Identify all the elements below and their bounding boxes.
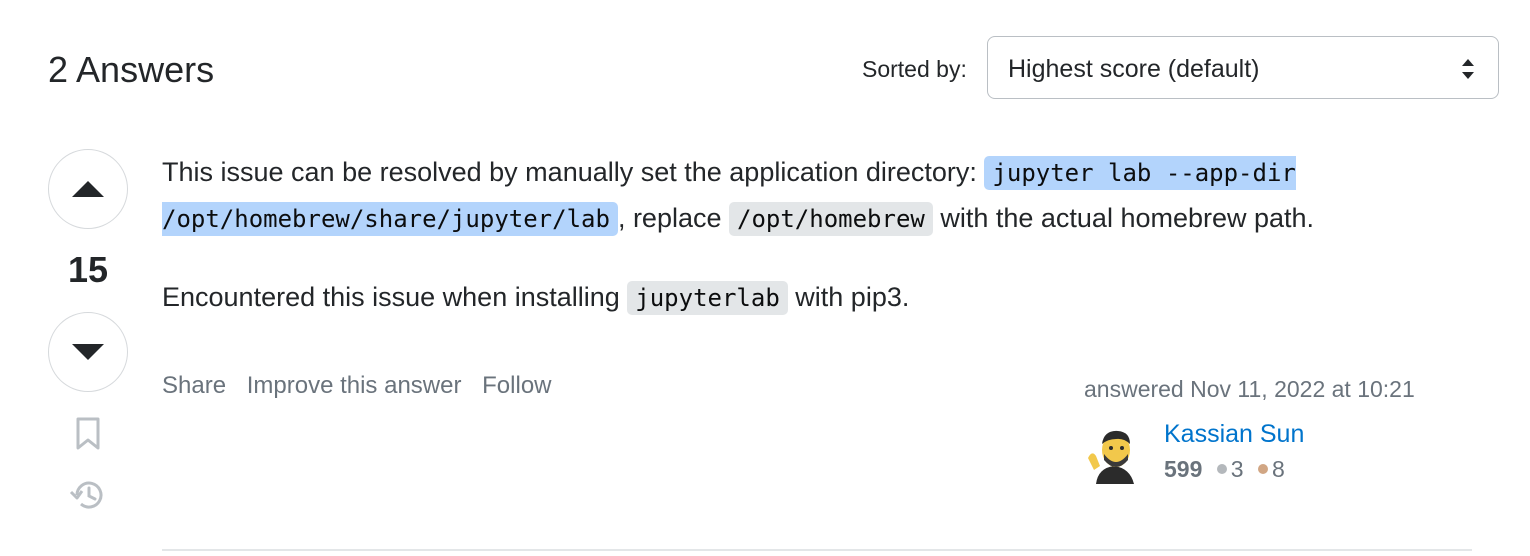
bookmark-icon[interactable] bbox=[75, 417, 101, 451]
answer-text: , replace bbox=[617, 203, 729, 233]
bronze-badge-icon bbox=[1257, 464, 1268, 475]
answer-text: with the actual homebrew path. bbox=[932, 203, 1315, 233]
inline-code: jupyterlab bbox=[627, 281, 788, 315]
bronze-badge-count: 8 bbox=[1271, 456, 1285, 482]
answer-paragraph: This issue can be resolved by manually s… bbox=[162, 150, 1472, 242]
post-menu: Share Improve this answer Follow bbox=[162, 372, 566, 400]
follow-link[interactable]: Follow bbox=[482, 372, 551, 399]
downvote-button[interactable] bbox=[48, 312, 128, 392]
vote-up-icon bbox=[72, 181, 104, 197]
vote-score: 15 bbox=[67, 249, 109, 290]
inline-code: /opt/homebrew bbox=[729, 202, 933, 236]
user-reputation: 599 3 8 bbox=[1164, 456, 1285, 483]
sort-selected-value: Highest score (default) bbox=[1008, 55, 1260, 83]
reputation-score: 599 bbox=[1164, 456, 1203, 482]
answer-divider bbox=[162, 549, 1472, 551]
answer-paragraph: Encountered this issue when installing j… bbox=[162, 275, 1472, 321]
answer-text: Encountered this issue when installing bbox=[162, 282, 628, 312]
answers-header: 2 Answers bbox=[48, 46, 214, 94]
answered-time: answered Nov 11, 2022 at 10:21 bbox=[1084, 376, 1415, 402]
upvote-button[interactable] bbox=[48, 149, 128, 229]
user-name-link[interactable]: Kassian Sun bbox=[1164, 420, 1304, 449]
silver-badge-icon bbox=[1216, 464, 1227, 475]
improve-answer-link[interactable]: Improve this answer bbox=[247, 372, 462, 399]
sort-select[interactable]: Highest score (default) bbox=[987, 36, 1499, 99]
answers-count: 2 Answers bbox=[48, 49, 215, 90]
silver-badge-count: 3 bbox=[1230, 456, 1244, 482]
vote-down-icon bbox=[72, 344, 104, 360]
share-link[interactable]: Share bbox=[162, 372, 226, 399]
answer-text: This issue can be resolved by manually s… bbox=[162, 157, 985, 187]
sort-arrows-icon bbox=[1462, 59, 1474, 79]
avatar[interactable] bbox=[1084, 426, 1144, 486]
user-card: answered Nov 11, 2022 at 10:21 Kassian S… bbox=[1084, 376, 1464, 486]
answer-body: This issue can be resolved by manually s… bbox=[162, 150, 1472, 354]
history-icon[interactable] bbox=[68, 477, 108, 513]
answer-text: with pip3. bbox=[787, 282, 910, 312]
sort-label: Sorted by: bbox=[862, 56, 967, 82]
